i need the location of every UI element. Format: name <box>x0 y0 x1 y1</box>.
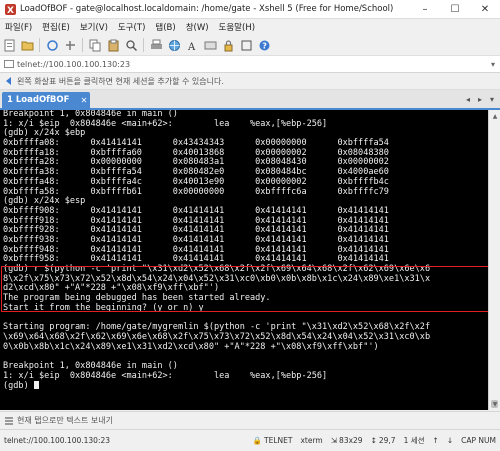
tab-list-icon[interactable]: ▾ <box>486 93 498 105</box>
svg-text:A: A <box>187 42 196 52</box>
tab-session[interactable]: 1 LoadOfBOF ✕ <box>2 92 90 108</box>
status-cursor: ↕ 29,7 <box>371 436 396 445</box>
terminal-scrollbar[interactable]: ▲ ▼ <box>488 110 500 410</box>
toolbar: A ? <box>0 35 500 56</box>
arrow-left-icon[interactable] <box>4 76 14 86</box>
session-icon <box>4 59 14 69</box>
lock-icon: 🔒 <box>252 436 263 445</box>
status-upload-icon: ↑ <box>432 436 439 445</box>
status-size-text: 83x29 <box>339 436 363 445</box>
svg-text:X: X <box>7 6 14 15</box>
tab-label: 1 LoadOfBOF <box>7 95 70 105</box>
disconnect-icon[interactable] <box>63 38 77 52</box>
copy-icon[interactable] <box>88 38 102 52</box>
terminal-cursor <box>33 381 39 390</box>
window-title: LoadOfBOF - gate@localhost.localdomain: … <box>20 4 394 14</box>
menu-edit[interactable]: 편집(E) <box>37 21 75 33</box>
menu-help[interactable]: 도움말(H) <box>214 21 260 33</box>
tab-scroll-left-icon[interactable]: ◂ <box>462 93 474 105</box>
terminal-output[interactable]: Breakpoint 1, 0x804846e in main () 1: x/i… <box>0 110 488 410</box>
xshell-app-icon: X <box>5 3 16 15</box>
new-session-icon[interactable] <box>2 38 16 52</box>
menu-window[interactable]: 창(W) <box>181 21 214 33</box>
connect-icon[interactable] <box>45 38 59 52</box>
keyboard-icon[interactable] <box>203 38 217 52</box>
lock-icon[interactable] <box>221 38 235 52</box>
status-size: ⇲ 83x29 <box>331 436 363 445</box>
tab-scroll-right-icon[interactable]: ▸ <box>474 93 486 105</box>
status-term: xterm <box>300 436 323 445</box>
compose-text[interactable]: 현재 탭으로만 텍스트 보내기 <box>17 415 113 426</box>
status-protocol: 🔒 TELNET <box>253 436 293 445</box>
status-sessions: 1 세션 <box>403 436 425 445</box>
toolbar-divider <box>39 38 40 52</box>
toolbar-divider <box>82 38 83 52</box>
compose-bar: 현재 탭으로만 텍스트 보내기 <box>0 411 500 429</box>
open-folder-icon[interactable] <box>20 38 34 52</box>
terminal-line: Start it from the beginning? (y or n) y <box>3 302 204 313</box>
address-bar: telnet://100.100.100.130:23 ▾ <box>0 56 500 73</box>
status-download-icon: ↓ <box>446 436 454 445</box>
find-icon[interactable] <box>124 38 138 52</box>
paste-icon[interactable] <box>106 38 120 52</box>
cursor-position-icon: ↕ <box>370 436 377 445</box>
terminal-line: 0\x0b\x8b\x1c\x24\x89\xe1\x31\xd2\xcd\x8… <box>3 341 379 352</box>
menu-tab[interactable]: 탭(B) <box>150 21 180 33</box>
status-cursor-text: 29,7 <box>378 436 396 445</box>
menu-bar: 파일(F) 편집(E) 보기(V) 도구(T) 탭(B) 창(W) 도움말(H) <box>0 19 500 35</box>
terminal-line: 1: x/i $eip 0x804846e <main+62>: lea %ea… <box>3 370 328 381</box>
menu-tools[interactable]: 도구(T) <box>113 21 150 33</box>
resize-icon: ⇲ <box>330 436 338 445</box>
maximize-button[interactable]: ☐ <box>440 0 470 18</box>
tab-close-icon[interactable]: ✕ <box>78 96 90 105</box>
fullscreen-icon[interactable] <box>239 38 253 52</box>
title-bar: X LoadOfBOF - gate@localhost.localdomain… <box>0 0 500 19</box>
close-button[interactable]: ✕ <box>470 0 500 18</box>
scroll-up-icon[interactable]: ▲ <box>489 110 500 122</box>
compose-menu-icon[interactable] <box>4 416 14 426</box>
font-icon[interactable]: A <box>185 38 199 52</box>
svg-text:?: ? <box>262 41 267 50</box>
info-bar: 왼쪽 화살표 버튼을 클릭하면 현재 세션을 추가할 수 있습니다. <box>0 73 500 90</box>
menu-file[interactable]: 파일(F) <box>0 21 37 33</box>
info-text: 왼쪽 화살표 버튼을 클릭하면 현재 세션을 추가할 수 있습니다. <box>17 76 224 86</box>
print-icon[interactable] <box>149 38 163 52</box>
status-bar: telnet://100.100.100.130:23 🔒 TELNET xte… <box>0 429 500 451</box>
menu-view[interactable]: 보기(V) <box>75 21 113 33</box>
minimize-button[interactable]: – <box>410 0 440 18</box>
status-address: telnet://100.100.100.130:23 <box>4 436 111 445</box>
toolbar-divider <box>143 38 144 52</box>
status-caps: CAP NUM <box>461 436 496 445</box>
tab-bar: 1 LoadOfBOF ✕ ◂ ▸ ▾ <box>0 90 500 110</box>
globe-icon[interactable] <box>167 38 181 52</box>
scroll-down-icon[interactable]: ▼ <box>489 398 500 410</box>
help-icon[interactable]: ? <box>257 38 271 52</box>
terminal-line: (gdb) <box>3 381 488 391</box>
address-dropdown-icon[interactable]: ▾ <box>486 60 500 69</box>
status-protocol-text: TELNET <box>264 436 293 445</box>
address-input[interactable]: telnet://100.100.100.130:23 <box>17 60 486 69</box>
